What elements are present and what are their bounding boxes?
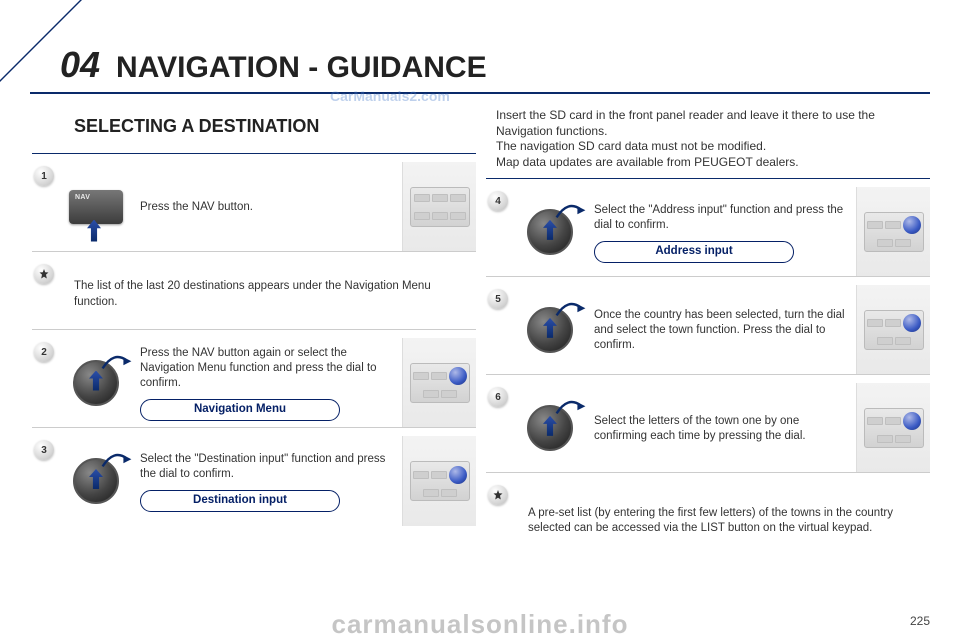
badge-number: 3 — [34, 440, 54, 460]
dial-illustration — [510, 187, 590, 276]
step-text: Once the country has been selected, turn… — [590, 285, 856, 374]
content-columns: SELECTING A DESTINATION 1 NAV Press the … — [32, 100, 930, 614]
dial-illustration — [510, 383, 590, 472]
step-5: 5 Once the country has been selected, tu… — [486, 285, 930, 375]
star-icon — [34, 264, 54, 284]
rotate-arrow-icon — [555, 201, 587, 221]
chapter-header: 04 NAVIGATION - GUIDANCE — [60, 44, 930, 86]
step-text: Select the "Address input" function and … — [590, 187, 856, 276]
section-subtitle: SELECTING A DESTINATION — [74, 116, 319, 137]
hint-2-text: A pre-set list (by entering the first fe… — [510, 481, 930, 561]
step-6-text: Select the letters of the town one by on… — [594, 414, 848, 444]
nav-key-label: NAV — [75, 194, 90, 201]
menu-pill: Destination input — [140, 490, 340, 512]
hint-badge — [32, 260, 56, 329]
step-6: 6 Select the letters of the town one by … — [486, 383, 930, 473]
badge-number: 6 — [488, 387, 508, 407]
console-thumbnail — [856, 383, 930, 472]
step-1-text: Press the NAV button. — [140, 200, 394, 215]
badge-number: 4 — [488, 191, 508, 211]
step-text: Press the NAV button. — [136, 162, 402, 251]
step-1: 1 NAV Press the NAV button. — [32, 162, 476, 252]
hint-1-text: The list of the last 20 destinations app… — [56, 260, 476, 329]
hint-1: The list of the last 20 destinations app… — [32, 260, 476, 330]
step-text: Press the NAV button again or select the… — [136, 338, 402, 427]
hint-2: A pre-set list (by entering the first fe… — [486, 481, 930, 561]
console-thumbnail — [402, 338, 476, 427]
step-2-text: Press the NAV button again or select the… — [140, 346, 394, 391]
hint-badge — [486, 481, 510, 561]
step-3: 3 Select the "Destination input" functio… — [32, 436, 476, 526]
rotate-arrow-icon — [555, 397, 587, 417]
section-subtitle-row: SELECTING A DESTINATION — [32, 100, 476, 154]
page-number: 225 — [910, 614, 930, 628]
chapter-title: NAVIGATION - GUIDANCE — [116, 51, 487, 85]
dial-illustration — [56, 436, 136, 526]
console-thumbnail — [856, 285, 930, 374]
star-icon — [488, 485, 508, 505]
nav-button-illustration: NAV — [56, 162, 136, 251]
rotate-arrow-icon — [101, 450, 133, 470]
menu-pill: Address input — [594, 241, 794, 263]
rotate-arrow-icon — [555, 299, 587, 319]
dial-illustration — [56, 338, 136, 427]
panel-icon — [410, 187, 470, 227]
nav-key-icon: NAV — [69, 190, 123, 224]
menu-pill: Navigation Menu — [140, 399, 340, 421]
step-text: Select the letters of the town one by on… — [590, 383, 856, 472]
badge-number: 5 — [488, 289, 508, 309]
step-4: 4 Select the "Address input" function an… — [486, 187, 930, 277]
header-rule — [30, 92, 930, 94]
left-column: SELECTING A DESTINATION 1 NAV Press the … — [32, 100, 476, 614]
manual-page: 04 NAVIGATION - GUIDANCE CarManuals2.com… — [0, 0, 960, 640]
step-2: 2 Press the NAV button again or select t… — [32, 338, 476, 428]
step-text: Select the "Destination input" function … — [136, 436, 402, 526]
dial-illustration — [510, 285, 590, 374]
step-number-badge: 1 — [32, 162, 56, 251]
console-thumbnail — [402, 162, 476, 251]
console-thumbnail — [856, 187, 930, 276]
corner-accent-inner — [0, 0, 80, 80]
badge-number: 2 — [34, 342, 54, 362]
rotate-arrow-icon — [101, 352, 133, 372]
step-4-text: Select the "Address input" function and … — [594, 203, 848, 233]
step-5-text: Once the country has been selected, turn… — [594, 308, 848, 353]
intro-paragraph: Insert the SD card in the front panel re… — [486, 100, 930, 179]
right-column: Insert the SD card in the front panel re… — [486, 100, 930, 614]
console-thumbnail — [402, 436, 476, 526]
step-3-text: Select the "Destination input" function … — [140, 452, 394, 482]
badge-number: 1 — [34, 166, 54, 186]
